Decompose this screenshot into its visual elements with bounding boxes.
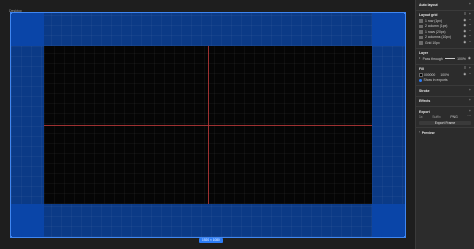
plus-icon[interactable]: + (469, 67, 471, 71)
preview-section: › Preview (416, 128, 474, 138)
minus-icon[interactable]: − (469, 72, 471, 77)
layout-grid-section: Layout grid ⠿ + 1 row (1px) ◉ − 2 column … (416, 11, 474, 49)
minus-icon[interactable]: − (469, 40, 471, 45)
blend-mode-select[interactable]: Pass through (423, 57, 443, 61)
resize-handle[interactable] (9, 235, 13, 239)
grid-swatch-icon[interactable] (419, 19, 423, 23)
layout-grid-label: Grid 10px (425, 40, 440, 45)
grid-swatch-icon[interactable] (419, 35, 423, 39)
opacity-slider[interactable] (444, 58, 456, 60)
resize-handle[interactable] (403, 11, 407, 15)
stroke-title: Stroke (419, 88, 430, 93)
export-format-select[interactable]: PNG (450, 115, 457, 119)
plus-icon[interactable]: + (469, 99, 471, 103)
opacity-slider-fill (444, 58, 456, 60)
fill-color-swatch[interactable] (419, 73, 423, 77)
eye-icon[interactable]: ◉ (463, 18, 466, 23)
grid-row-top (11, 13, 405, 46)
canvas[interactable]: Desktop 1920 × 1080 (0, 0, 415, 249)
minus-icon[interactable]: − (469, 24, 471, 28)
grid-corner (11, 204, 44, 237)
fill-title: Fill (419, 67, 424, 72)
layout-grid-item[interactable]: Grid 10px ◉ − (419, 40, 471, 46)
plus-icon[interactable]: + (469, 13, 471, 17)
grid-corner (372, 204, 405, 237)
grid-styles-icon[interactable]: ⠿ (464, 13, 467, 17)
fill-opacity-input[interactable]: 100% (440, 73, 449, 77)
show-in-exports-label: Show in exports (423, 78, 448, 83)
plus-icon[interactable]: + (469, 2, 471, 7)
fill-hex-input[interactable]: 000000 (424, 73, 435, 77)
layer-opacity-value[interactable]: 100% (457, 57, 466, 61)
grid-row-bottom (11, 204, 405, 237)
layout-grid-label: 2 column (1px) (425, 24, 448, 29)
frame-size-badge: 1920 × 1080 (199, 237, 223, 243)
styles-icon[interactable]: ⠿ (464, 67, 467, 71)
center-guide-horizontal (44, 125, 372, 126)
stroke-section: Stroke + (416, 86, 474, 97)
show-in-exports-toggle[interactable]: Show in exports (419, 78, 471, 84)
preview-toggle[interactable]: › Preview (419, 130, 471, 136)
desktop-frame[interactable] (9, 11, 407, 239)
eye-icon[interactable]: ◉ (463, 40, 466, 45)
grid-corner (11, 13, 44, 46)
layout-grid-title: Layout grid (419, 13, 438, 18)
grid-swatch-icon[interactable] (419, 41, 423, 45)
eye-icon[interactable]: ◉ (463, 29, 466, 34)
grid-swatch-icon[interactable] (419, 24, 423, 28)
preview-title: Preview (421, 130, 435, 135)
export-scale-select[interactable]: 1x (419, 115, 423, 119)
grid-swatch-icon[interactable] (419, 30, 423, 34)
export-suffix-input[interactable]: Suffix (432, 115, 440, 119)
checkbox-checked-icon[interactable] (419, 78, 422, 82)
layer-title: Layer (419, 51, 429, 56)
plus-icon[interactable]: + (469, 109, 471, 114)
blend-mode-icon[interactable]: ◐ (419, 56, 421, 61)
effects-section: Effects + (416, 97, 474, 107)
fill-section: Fill ⠿ + 000000 100% ◉ − Show in exports (416, 65, 474, 86)
frame-content-area (44, 46, 372, 204)
auto-layout-section: Auto layout + (416, 0, 474, 11)
resize-handle[interactable] (403, 235, 407, 239)
effects-title: Effects (419, 99, 431, 104)
eye-icon[interactable]: ◉ (463, 72, 466, 77)
layout-grid-label: 2 columns (10px) (425, 35, 452, 40)
minus-icon[interactable]: − (469, 29, 471, 34)
minus-icon[interactable]: − (469, 18, 471, 23)
auto-layout-title: Auto layout (419, 2, 438, 7)
eye-icon[interactable]: ◉ (463, 24, 466, 28)
grid-corner (372, 13, 405, 46)
layout-grid-label: 1 row (1px) (425, 18, 442, 23)
export-title: Export (419, 109, 430, 114)
layout-grid-label: 1 rows (20px) (425, 29, 446, 34)
export-frame-button[interactable]: Export Frame (419, 120, 471, 125)
layer-section: Layer ◐ Pass through 100% ◉ (416, 49, 474, 65)
eye-icon[interactable]: ◉ (468, 56, 471, 61)
properties-panel: Auto layout + Layout grid ⠿ + 1 row (1px… (415, 0, 474, 249)
export-section: Export + 1x Suffix PNG ⋯ Export Frame (416, 107, 474, 128)
plus-icon[interactable]: + (469, 88, 471, 93)
minus-icon[interactable]: − (469, 35, 471, 39)
chevron-right-icon[interactable]: › (419, 130, 420, 135)
eye-icon[interactable]: ◉ (463, 35, 466, 39)
more-icon[interactable]: ⋯ (467, 115, 471, 119)
resize-handle[interactable] (9, 11, 13, 15)
